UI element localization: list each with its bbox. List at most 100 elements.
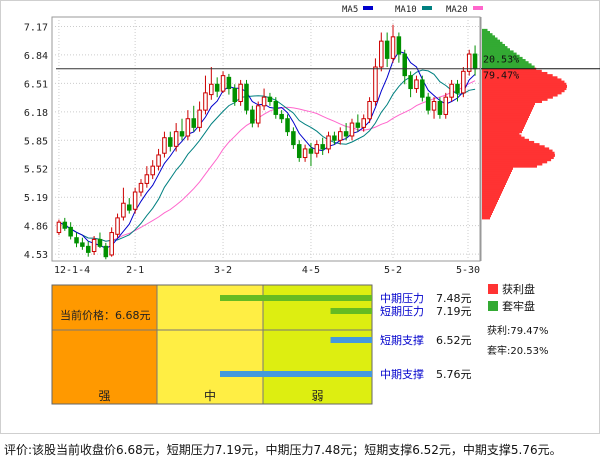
candle-body [361,118,366,128]
candle-body [220,75,226,92]
candle-body [150,165,155,176]
candle-body [443,96,449,115]
x-tick-label: 2-1 [126,265,144,276]
candle-body [97,238,103,247]
profit-legend-label: 获利盘 [502,282,535,296]
candle-body [296,144,302,159]
candle-body [255,105,261,124]
legend-label-ma5: MA5 [342,5,358,15]
candle-body [343,131,349,137]
candle-body [349,122,355,137]
candle-body [414,79,419,90]
candle-body [85,245,91,253]
candle-body [285,118,290,133]
trapped-swatch [488,301,498,311]
candle-body [472,53,478,70]
zone-0 [51,284,158,405]
candle-body [80,242,85,247]
zone-label: 强 [98,389,110,403]
candle-body [420,79,425,98]
candle-body [74,237,79,244]
zone-label: 中 [204,388,216,403]
candle-body [109,232,114,256]
candle-body [226,76,232,90]
candle-body [425,96,431,111]
profit-swatch [488,284,498,294]
profit-text: 获利:79.47% [487,325,549,337]
candle-body [267,96,273,102]
level-value: 7.48元 [436,292,472,305]
candle-body [338,131,343,141]
candle-body [291,131,296,146]
level-bar-support [220,371,372,377]
y-tick-label: 4.86 [24,222,48,233]
y-tick-label: 6.84 [24,51,48,62]
candle-body [179,131,185,137]
candle-body [209,83,214,96]
candle-body [302,148,308,159]
candle-body [279,113,284,120]
candle-body [185,118,191,137]
candle-body [144,174,150,184]
candle-body [355,122,361,128]
candle-body [396,36,402,55]
candle-body [197,109,202,128]
candle-body [127,204,132,211]
y-tick-label: 7.17 [24,22,48,33]
candle-body [408,75,413,90]
level-bar-support [330,337,372,343]
candle-body [384,40,390,59]
candle-body [173,131,179,147]
candle-body [138,182,144,193]
legend-swatch-ma10 [422,6,432,10]
x-tick-label: 5-30 [456,265,480,276]
legend-label-ma10: MA10 [395,5,417,15]
x-tick-label: 5-2 [384,265,402,276]
level-name: 短期支撑 [380,333,424,347]
candle-body [56,221,62,234]
candle-body [326,135,331,150]
y-tick-label: 6.18 [24,108,48,119]
level-bar-pressure [330,308,372,314]
candle-body [132,191,138,210]
legend-label-ma20: MA20 [446,5,468,15]
level-name: 短期压力 [380,304,424,318]
candle-body [455,83,460,94]
y-tick-label: 6.51 [24,79,48,90]
level-value: 5.76元 [436,368,472,381]
candle-body [273,100,279,115]
x-tick-label: 4-5 [302,265,320,276]
candle-body [162,137,167,154]
candle-body [373,66,378,102]
candle-body [261,96,267,107]
candle-body [238,83,243,102]
candle-body [332,135,337,141]
level-name: 中期支撑 [380,367,424,381]
candle-body [203,92,208,111]
y-tick-label: 5.52 [24,165,48,176]
candle-body [390,36,396,59]
candle-body [232,88,238,102]
legend-swatch-ma5 [363,6,373,10]
candle-body [115,217,120,235]
candle-body [367,100,372,120]
y-tick-label: 5.85 [24,136,48,147]
legend-swatch-ma20 [473,6,483,10]
candle-body [168,137,173,147]
trapped-legend-label: 套牢盘 [502,299,535,313]
level-value: 7.19元 [436,305,472,318]
candle-body [250,109,255,124]
x-tick-label: 12-1-4 [54,265,90,276]
profit-pct-label: 79.47% [483,71,519,82]
zone-1 [156,284,264,405]
zone-2 [262,284,373,405]
candle-body [68,226,73,237]
candle-body [156,154,161,167]
candle-body [214,83,220,92]
trapped-text: 套牢:20.53% [487,344,549,357]
x-tick-label: 3-2 [214,265,232,276]
candle-body [191,118,196,128]
zone-label: 弱 [311,389,323,403]
candle-body [308,148,314,154]
kline-chart: MA5 MA10 MA20 7.17 6.84 6.51 6.18 5.85 5.52 5.19 4… [24,5,600,405]
